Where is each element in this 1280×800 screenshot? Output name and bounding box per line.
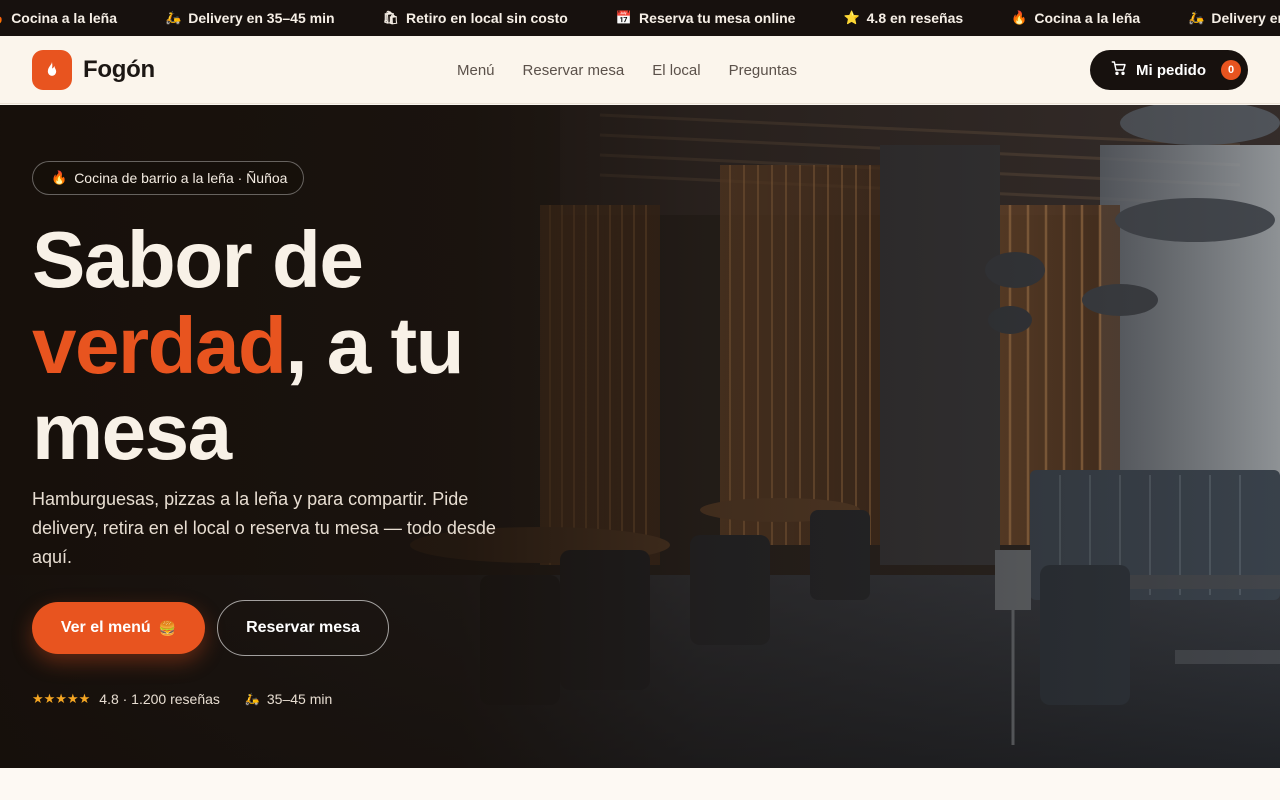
star-icon: ⭐ — [843, 10, 860, 25]
location-badge: 🔥 Cocina de barrio a la leña · Ñuñoa — [32, 161, 305, 195]
cart-icon — [1111, 60, 1127, 80]
headline-line1: Sabor de — [32, 215, 364, 304]
ticker-item-text: 4.8 en reseñas — [866, 10, 964, 26]
fire-icon: 🔥 — [1011, 10, 1028, 25]
nav-link-preguntas[interactable]: Preguntas — [729, 62, 797, 79]
headline-line2-rest: , a tu — [285, 301, 464, 390]
main-nav: Menú Reservar mesa El local Preguntas — [457, 36, 797, 104]
ticker-item: 🔥 Cocina a la leña — [1011, 10, 1140, 26]
bag-icon: 🛍 — [382, 10, 400, 25]
location-badge-text: Cocina de barrio a la leña · Ñuñoa — [74, 170, 288, 186]
reserve-table-button[interactable]: Reservar mesa — [217, 600, 389, 656]
headline-line3: mesa — [32, 387, 232, 476]
ticker-item: 🛵 Delivery en 35–45 min — [165, 10, 335, 26]
ticker-item: 🛵 Delivery en 35–45 min — [1188, 10, 1280, 26]
reserve-table-label: Reservar mesa — [246, 619, 360, 636]
ticker-item-text: Delivery en 35–45 min — [188, 10, 335, 26]
hero-meta: ★★★★★ 4.8 · 1.200 reseñas 🛵 35–45 min — [32, 691, 332, 707]
view-menu-label: Ver el menú — [60, 619, 151, 636]
ticker-item: 🔥 Cocina a la leña — [0, 10, 117, 26]
hero-section: 🔥 Cocina de barrio a la leña · Ñuñoa Sab… — [0, 105, 1280, 768]
hero-headline: Sabor de verdad, a tu mesa — [32, 217, 592, 475]
ticker-item-text: Cocina a la leña — [1034, 10, 1141, 26]
cart-button[interactable]: Mi pedido 0 — [1090, 50, 1248, 90]
cart-count-badge: 0 — [1221, 60, 1241, 80]
fire-icon: 🔥 — [0, 10, 4, 26]
burger-icon: 🍔 — [158, 619, 177, 636]
ticker-item-text: Reserva tu mesa online — [639, 10, 796, 26]
ticker-item: 📅 Reserva tu mesa online — [616, 10, 796, 26]
flame-logo-icon — [32, 50, 72, 90]
rating-text: 4.8 · 1.200 reseñas — [99, 691, 220, 707]
next-section-top — [0, 768, 1280, 800]
view-menu-button[interactable]: Ver el menú 🍔 — [32, 602, 205, 654]
delivery-time: 35–45 min — [266, 691, 333, 707]
announcement-ticker: 🔥 Cocina a la leña 🛵 Delivery en 35–45 min 🛍… — [0, 0, 1280, 36]
site-header: Fogón Menú Reservar mesa El local Pregun… — [0, 36, 1280, 104]
ticker-item-text: Delivery en 35–45 min — [1211, 10, 1280, 26]
scooter-icon: 🛵 — [244, 692, 260, 706]
ticker-item-text: Cocina a la leña — [11, 10, 118, 26]
hero-subtitle: Hamburguesas, pizzas a la leña y para co… — [32, 489, 496, 567]
headline-accent-word: verdad — [32, 301, 287, 390]
ticker-item-text: Retiro en local sin costo — [406, 10, 568, 26]
nav-link-el-local[interactable]: El local — [652, 62, 700, 79]
scooter-icon: 🛵 — [1188, 10, 1205, 25]
ticker-item: 🛍 Retiro en local sin costo — [383, 10, 568, 26]
fire-icon: 🔥 — [51, 170, 68, 185]
brand-name: Fogón — [83, 56, 155, 83]
ticker-track: 🔥 Cocina a la leña 🛵 Delivery en 35–45 min 🛍… — [0, 0, 1280, 36]
nav-link-reservar-mesa[interactable]: Reservar mesa — [523, 62, 625, 79]
brand-logo[interactable]: Fogón — [32, 50, 155, 90]
cart-label: Mi pedido — [1136, 61, 1206, 79]
rating-stars-icon: ★★★★★ — [32, 691, 91, 706]
calendar-icon: 📅 — [615, 10, 633, 25]
scooter-icon: 🛵 — [165, 10, 182, 25]
ticker-item: ⭐ 4.8 en reseñas — [843, 10, 963, 26]
nav-link-menu[interactable]: Menú — [457, 62, 495, 79]
